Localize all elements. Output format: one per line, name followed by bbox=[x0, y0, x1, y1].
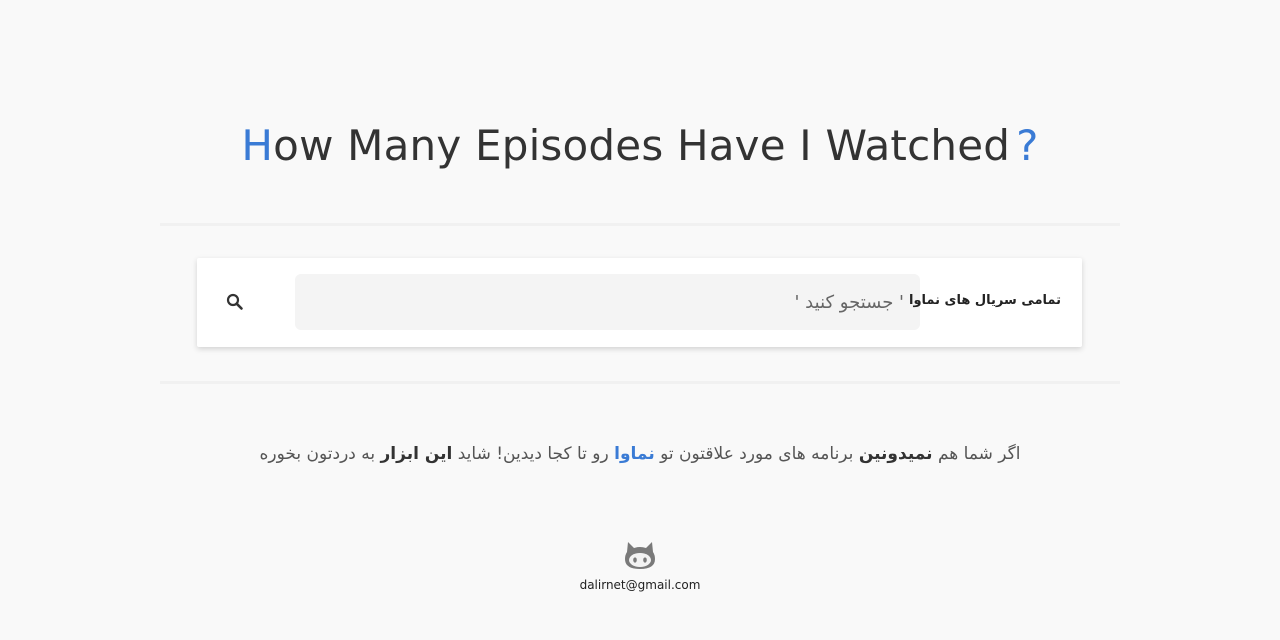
title-question-mark: ? bbox=[1016, 121, 1039, 170]
search-card: تمامی سریال های نماوا bbox=[197, 258, 1082, 347]
top-divider bbox=[160, 223, 1120, 226]
tagline-part1: اگر شما هم bbox=[932, 444, 1021, 464]
bottom-divider bbox=[160, 381, 1120, 384]
title-text: ow Many Episodes Have I Watched bbox=[273, 121, 1011, 170]
search-button[interactable] bbox=[217, 282, 253, 322]
tagline-bold1: نمیدونین bbox=[858, 444, 933, 464]
tagline-part2: برنامه های مورد علاقتون تو bbox=[654, 444, 859, 464]
tagline-part4: به دردتون بخوره bbox=[259, 444, 381, 464]
github-link[interactable] bbox=[624, 540, 656, 570]
title-first-letter: H bbox=[241, 121, 274, 170]
search-input[interactable] bbox=[295, 274, 920, 330]
tagline-bold2: این ابزار bbox=[380, 444, 453, 464]
page-title: How Many Episodes Have I Watched? bbox=[0, 118, 1280, 174]
search-scope-label: تمامی سریال های نماوا bbox=[909, 293, 1061, 308]
tagline: اگر شما هم نمیدونین برنامه های مورد علاق… bbox=[0, 440, 1280, 468]
tagline-part3: رو تا کجا دیدین! شاید bbox=[452, 444, 615, 464]
footer-email: dalirnet@gmail.com bbox=[579, 578, 701, 592]
page: How Many Episodes Have I Watched? تمامی … bbox=[0, 0, 1280, 640]
search-icon bbox=[226, 293, 243, 310]
tagline-brand: نماوا bbox=[614, 444, 655, 464]
github-icon bbox=[625, 542, 655, 569]
